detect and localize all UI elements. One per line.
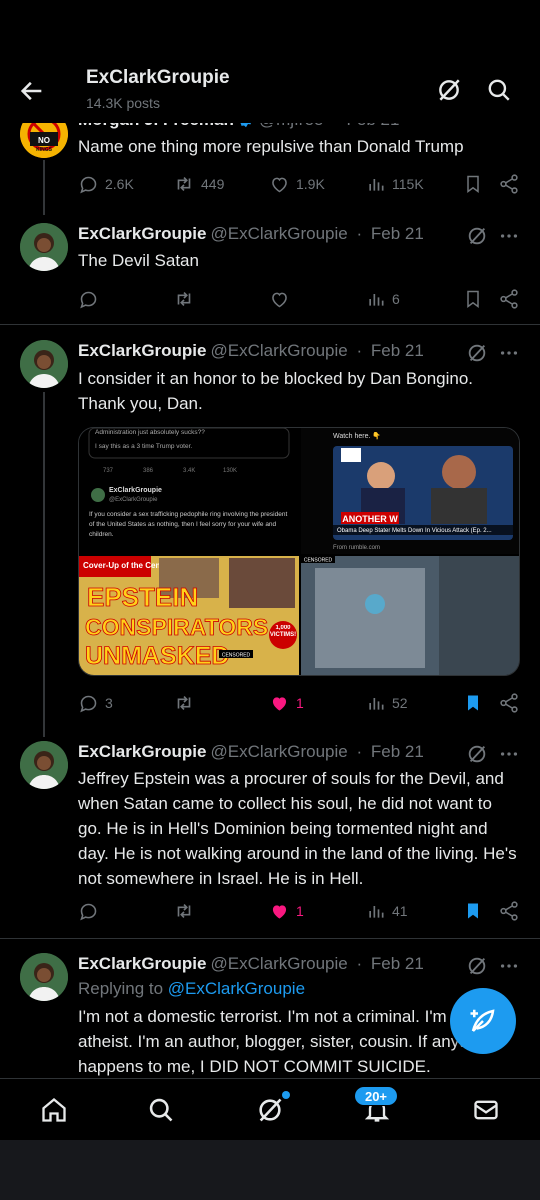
search-icon[interactable] (486, 77, 512, 103)
handle[interactable]: @ExClarkGroupie (211, 954, 348, 973)
explore-search-icon[interactable] (147, 1096, 175, 1124)
post-not-suicide[interactable]: ExClarkGroupie @ExClarkGroupie · Feb 21 R… (0, 0, 540, 1078)
more-icon[interactable] (498, 955, 520, 977)
grok-icon[interactable] (436, 77, 462, 103)
messages-mail-icon[interactable] (472, 1096, 500, 1124)
back-arrow-icon[interactable] (18, 77, 46, 105)
avatar[interactable] (20, 953, 68, 1001)
display-name[interactable]: ExClarkGroupie (78, 954, 207, 973)
compose-button[interactable] (450, 988, 516, 1054)
header-post-count: 14.3K posts (86, 95, 160, 111)
header-title: ExClarkGroupie (86, 67, 230, 88)
bottom-nav (0, 1078, 540, 1140)
compose-feather-icon (470, 1009, 495, 1032)
system-navigation-bar (0, 1140, 540, 1200)
replying-to-prefix: Replying to (78, 979, 168, 998)
replying-to-handle[interactable]: @ExClarkGroupie (168, 979, 305, 998)
home-icon[interactable] (40, 1096, 68, 1124)
post-header: ExClarkGroupie @ExClarkGroupie · Feb 21 (78, 954, 424, 973)
post-date[interactable]: Feb 21 (371, 954, 424, 973)
replying-to: Replying to @ExClarkGroupie (78, 979, 305, 999)
grok-icon[interactable] (466, 955, 488, 977)
profile-header: ExClarkGroupie 14.3K posts (0, 55, 540, 123)
notifications-badge[interactable]: 20+ (354, 1086, 398, 1106)
grok-icon[interactable] (256, 1096, 284, 1124)
grok-unread-dot (282, 1091, 290, 1099)
timeline-feed: NO KINGS Morgan J. Freeman@mjfree · Feb … (0, 0, 540, 1078)
